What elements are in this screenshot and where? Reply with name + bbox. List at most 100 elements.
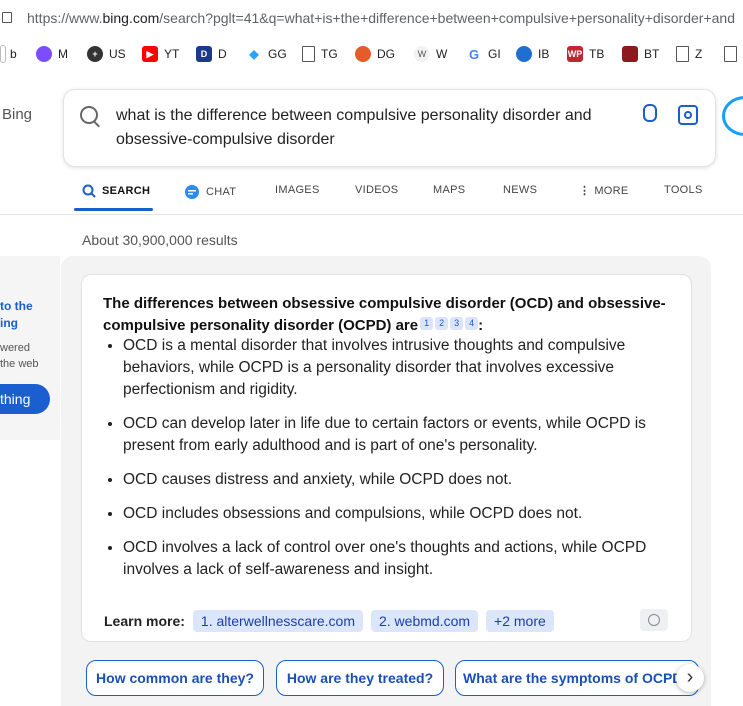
bookmark-label: TG — [321, 47, 338, 61]
left-promo-panel: to the ing wered the web thing — [0, 256, 60, 440]
source-chip[interactable]: 1. alterwellnesscare.com — [192, 610, 363, 632]
list-item: OCD includes obsessions and compulsions,… — [123, 503, 683, 525]
bookmark-yt[interactable]: ▶ YT — [142, 44, 179, 64]
bookmark-d[interactable]: DD — [196, 44, 227, 64]
page-icon — [302, 46, 315, 62]
tab-label: SEARCH — [102, 185, 151, 197]
answer-heading-text: The differences between obsessive compul… — [103, 295, 666, 334]
promo-desc-line1: wered — [0, 342, 30, 354]
copilot-icon[interactable] — [722, 96, 743, 136]
list-item: OCD is a mental disorder that involves i… — [123, 335, 683, 401]
bookmark-gi[interactable]: G GI — [466, 44, 501, 64]
promo-title-line2: ing — [0, 316, 18, 330]
microphone-icon[interactable] — [643, 104, 657, 122]
bookmark-label: YT — [164, 47, 180, 61]
bookmark-ib[interactable]: IB — [516, 44, 549, 64]
tab-label: MORE — [594, 184, 629, 197]
tab-images[interactable]: IMAGES — [275, 184, 320, 196]
suggestion-button[interactable]: What are the symptoms of OCPD? — [455, 660, 699, 696]
bookmark-dg[interactable]: DG — [355, 44, 395, 64]
bookmarks-bar: b M + US ▶ YT DD ◆ GG TG DG WW G GI IB WP TB … — [0, 38, 743, 70]
tab-more[interactable]: ⋮ MORE — [579, 184, 629, 198]
tab-news[interactable]: NEWS — [503, 184, 537, 196]
active-tab-indicator — [74, 208, 153, 211]
bookmark-us[interactable]: + US — [87, 44, 126, 64]
bookmark-z[interactable]: Z — [676, 44, 702, 64]
tab-chat[interactable]: CHAT — [184, 184, 236, 200]
wikipedia-icon: W — [414, 46, 430, 62]
bookmark-b[interactable]: b — [0, 44, 17, 64]
bookmark-label: US — [109, 47, 126, 61]
bookmark-label: IB — [538, 47, 550, 61]
tab-search[interactable]: SEARCH — [82, 184, 150, 198]
promo-desc: wered the web — [0, 340, 39, 372]
search-icon — [82, 184, 96, 198]
tab-maps[interactable]: MAPS — [433, 184, 465, 196]
tab-label: NEWS — [503, 184, 538, 196]
bookmark-label: b — [10, 47, 17, 61]
citation-link[interactable]: 2 — [435, 317, 449, 330]
list-item: OCD can develop later in life due to cer… — [123, 413, 683, 457]
promo-title-line1: to the — [0, 299, 33, 313]
d-icon: D — [196, 46, 212, 62]
tab-label: TOOLS — [664, 184, 703, 196]
more-sources-chip[interactable]: +2 more — [486, 610, 554, 632]
bookmark-tb[interactable]: WP TB — [567, 44, 604, 64]
tab-label: MAPS — [433, 184, 466, 196]
citation-link[interactable]: 1 — [420, 317, 434, 330]
page-icon — [676, 46, 689, 62]
more-vertical-icon: ⋮ — [579, 185, 591, 197]
bookmark-label: GG — [268, 47, 287, 61]
tab-videos[interactable]: VIDEOS — [355, 184, 398, 196]
tb-icon: WP — [567, 46, 583, 62]
page-info-icon[interactable] — [2, 12, 12, 23]
search-query[interactable]: what is the difference between compulsiv… — [116, 104, 596, 152]
search-icon[interactable] — [80, 106, 98, 124]
promo-button-label: thing — [0, 391, 31, 407]
url-rest: /search?pglt=41&q=what+is+the+difference… — [159, 10, 735, 26]
us-icon: + — [87, 46, 103, 62]
promo-desc-line2: the web — [0, 358, 39, 370]
url-text[interactable]: https://www.bing.com/search?pglt=41&q=wh… — [27, 10, 735, 26]
bookmark-label: TB — [589, 47, 605, 61]
bt-icon — [622, 46, 638, 62]
ib-icon — [516, 46, 532, 62]
suggestion-button[interactable]: How common are they? — [86, 660, 264, 696]
bookmark-overflow[interactable] — [724, 44, 737, 64]
address-bar[interactable]: https://www.bing.com/search?pglt=41&q=wh… — [0, 0, 743, 38]
answer-heading: The differences between obsessive compul… — [103, 293, 678, 337]
chevron-right-icon[interactable]: › — [676, 664, 704, 692]
google-icon: G — [468, 46, 480, 62]
citation-link[interactable]: 3 — [450, 317, 464, 330]
citation-link[interactable]: 4 — [465, 317, 479, 330]
answer-bullets: OCD is a mental disorder that involves i… — [103, 335, 683, 593]
bing-logo[interactable]: Bing — [2, 106, 32, 123]
source-chip[interactable]: 2. webmd.com — [370, 610, 479, 632]
promo-button[interactable]: thing — [0, 384, 50, 414]
url-host: bing.com — [102, 10, 160, 26]
tab-tools[interactable]: TOOLS — [664, 184, 703, 196]
url-prefix: https://www. — [27, 10, 103, 26]
search-tabs: SEARCH CHAT IMAGES VIDEOS MAPS NEWS ⋮ MOR… — [0, 170, 743, 215]
bookmark-m[interactable]: M — [36, 44, 68, 64]
bookmark-tg[interactable]: TG — [302, 44, 338, 64]
bookmark-label: D — [218, 47, 227, 61]
page-icon — [724, 46, 737, 62]
heading-colon: : — [478, 317, 484, 334]
search-box[interactable]: what is the difference between compulsiv… — [63, 89, 716, 167]
info-icon[interactable] — [640, 609, 668, 631]
tab-label: IMAGES — [275, 184, 320, 196]
bookmark-label: W — [436, 47, 448, 61]
visual-search-icon[interactable] — [678, 105, 698, 125]
promo-title[interactable]: to the ing — [0, 298, 33, 332]
suggestion-button[interactable]: How are they treated? — [276, 660, 444, 696]
bookmark-gg[interactable]: ◆ GG — [246, 44, 287, 64]
bookmark-bt[interactable]: BT — [622, 44, 659, 64]
learn-more: Learn more: 1. alterwellnesscare.com 2. … — [104, 610, 562, 632]
bookmark-w[interactable]: WW — [414, 44, 447, 64]
dg-icon — [355, 46, 371, 62]
bookmark-label: BT — [644, 47, 660, 61]
learn-more-label: Learn more: — [104, 613, 185, 629]
results-count: About 30,900,000 results — [82, 232, 238, 248]
bookmark-label: M — [58, 47, 68, 61]
